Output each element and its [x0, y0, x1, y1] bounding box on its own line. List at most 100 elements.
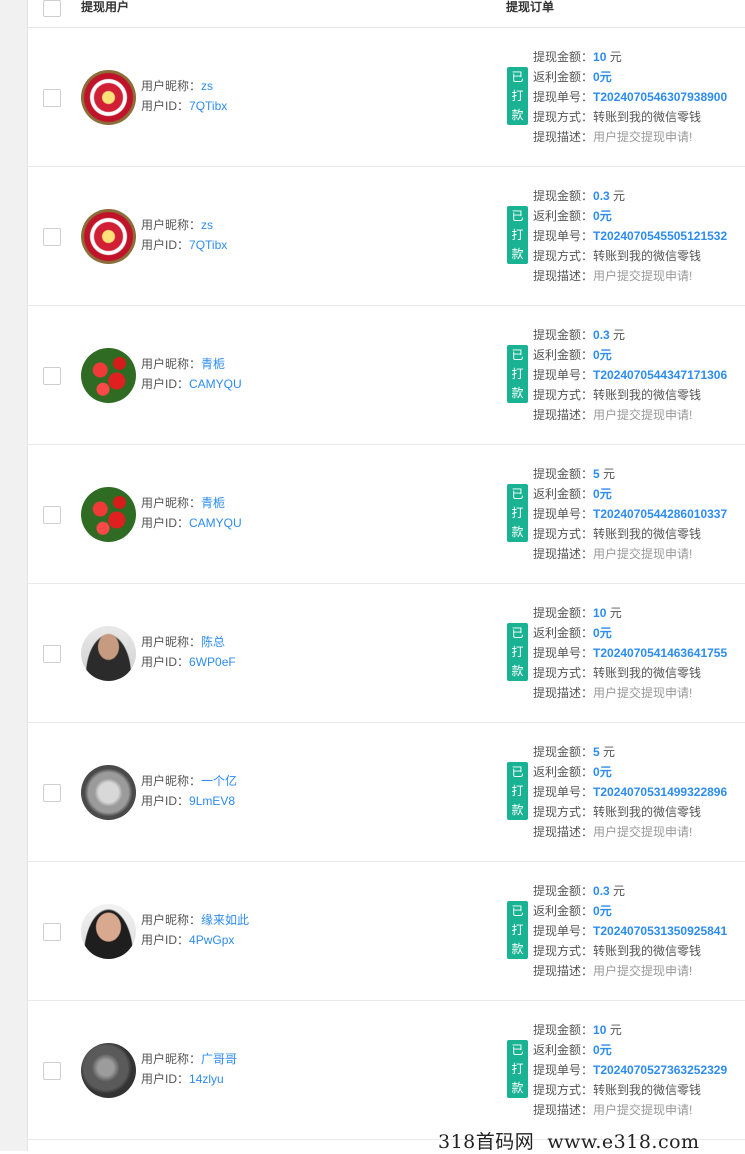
amount-unit: 元: [609, 50, 622, 64]
order-no-label: 提现单号：: [533, 646, 594, 660]
user-id-value[interactable]: 7QTibx: [189, 99, 227, 113]
status-badge: 已打款: [507, 206, 528, 264]
amount-value: 10: [593, 1023, 607, 1037]
rebate-value: 0元: [593, 904, 612, 918]
order-info: 提现金额：0.3 元 返利金额：0元 提现单号：T202407054434717…: [533, 325, 727, 425]
user-id-value[interactable]: 6WP0eF: [189, 655, 236, 669]
withdrawal-list: 用户昵称：zs 用户ID：7QTibx 已打款 提现金额：10 元 返利金额：0…: [28, 28, 745, 1140]
amount-label: 提现金额：: [533, 467, 594, 481]
desc-label: 提现描述：: [533, 825, 594, 839]
row-checkbox[interactable]: [43, 1062, 61, 1080]
nickname-value[interactable]: 缘来如此: [201, 913, 249, 927]
row-checkbox[interactable]: [43, 367, 61, 385]
rebate-value: 0元: [593, 209, 612, 223]
nickname-value[interactable]: 青栀: [201, 496, 225, 510]
nickname-label: 用户昵称：: [141, 635, 202, 649]
user-id-value[interactable]: 7QTibx: [189, 238, 227, 252]
rebate-value: 0元: [593, 70, 612, 84]
desc-label: 提现描述：: [533, 130, 594, 144]
amount-unit: 元: [613, 328, 626, 342]
rebate-value: 0元: [593, 626, 612, 640]
method-value: 转账到我的微信零钱: [593, 1083, 702, 1097]
table-row: 用户昵称：青栀 用户ID：CAMYQU 已打款 提现金额：5 元 返利金额：0元…: [28, 445, 745, 584]
rebate-value: 0元: [593, 348, 612, 362]
table-row: 用户昵称：青栀 用户ID：CAMYQU 已打款 提现金额：0.3 元 返利金额：…: [28, 306, 745, 445]
status-text: 已打款: [511, 765, 524, 817]
nickname-value[interactable]: 陈总: [201, 635, 225, 649]
row-checkbox[interactable]: [43, 923, 61, 941]
avatar: [81, 209, 136, 264]
user-id-value[interactable]: 14zlyu: [189, 1072, 224, 1086]
order-no-label: 提现单号：: [533, 229, 594, 243]
method-value: 转账到我的微信零钱: [593, 388, 702, 402]
desc-value: 用户提交提现申请!: [593, 686, 693, 700]
rebate-label: 返利金额：: [533, 70, 594, 84]
amount-label: 提现金额：: [533, 50, 594, 64]
method-label: 提现方式：: [533, 1083, 594, 1097]
amount-unit: 元: [603, 467, 616, 481]
rebate-label: 返利金额：: [533, 1043, 594, 1057]
user-id-label: 用户ID：: [141, 238, 190, 252]
order-info: 提现金额：5 元 返利金额：0元 提现单号：T20240705442860103…: [533, 464, 727, 564]
avatar: [81, 487, 136, 542]
user-id-value[interactable]: 4PwGpx: [189, 933, 234, 947]
method-label: 提现方式：: [533, 110, 594, 124]
table-row: 用户昵称：缘来如此 用户ID：4PwGpx 已打款 提现金额：0.3 元 返利金…: [28, 862, 745, 1001]
status-badge: 已打款: [507, 762, 528, 820]
nickname-value[interactable]: zs: [201, 218, 213, 232]
select-all-checkbox[interactable]: [43, 0, 61, 17]
status-text: 已打款: [511, 904, 524, 956]
watermark: 318首码网 www.e318.com: [438, 1131, 700, 1153]
amount-unit: 元: [609, 1023, 622, 1037]
status-badge: 已打款: [507, 1040, 528, 1098]
nickname-value[interactable]: 一个亿: [201, 774, 237, 788]
amount-label: 提现金额：: [533, 1023, 594, 1037]
user-info: 用户昵称：zs 用户ID：7QTibx: [141, 215, 227, 255]
method-value: 转账到我的微信零钱: [593, 527, 702, 541]
user-id-value[interactable]: CAMYQU: [189, 377, 242, 391]
desc-value: 用户提交提现申请!: [593, 408, 693, 422]
row-checkbox[interactable]: [43, 228, 61, 246]
nickname-value[interactable]: zs: [201, 79, 213, 93]
nickname-value[interactable]: 广哥哥: [201, 1052, 237, 1066]
user-info: 用户昵称：缘来如此 用户ID：4PwGpx: [141, 910, 249, 950]
amount-label: 提现金额：: [533, 606, 594, 620]
row-checkbox[interactable]: [43, 784, 61, 802]
row-checkbox[interactable]: [43, 506, 61, 524]
rebate-value: 0元: [593, 1043, 612, 1057]
rebate-label: 返利金额：: [533, 348, 594, 362]
user-id-label: 用户ID：: [141, 655, 190, 669]
amount-label: 提现金额：: [533, 189, 594, 203]
amount-value: 5: [593, 467, 600, 481]
order-no-value: T2024070545505121532: [593, 229, 728, 243]
column-header-order: 提现订单: [506, 0, 555, 14]
method-label: 提现方式：: [533, 666, 594, 680]
order-no-label: 提现单号：: [533, 368, 594, 382]
user-id-label: 用户ID：: [141, 516, 190, 530]
order-no-value: T2024070544286010337: [593, 507, 728, 521]
user-info: 用户昵称：青栀 用户ID：CAMYQU: [141, 354, 242, 394]
user-info: 用户昵称：一个亿 用户ID：9LmEV8: [141, 771, 237, 811]
method-value: 转账到我的微信零钱: [593, 249, 702, 263]
status-text: 已打款: [511, 70, 524, 122]
avatar: [81, 348, 136, 403]
amount-value: 0.3: [593, 884, 610, 898]
method-value: 转账到我的微信零钱: [593, 666, 702, 680]
user-id-value[interactable]: CAMYQU: [189, 516, 242, 530]
rebate-label: 返利金额：: [533, 209, 594, 223]
nickname-value[interactable]: 青栀: [201, 357, 225, 371]
order-no-label: 提现单号：: [533, 507, 594, 521]
rebate-value: 0元: [593, 765, 612, 779]
status-text: 已打款: [511, 626, 524, 678]
desc-label: 提现描述：: [533, 547, 594, 561]
row-checkbox[interactable]: [43, 89, 61, 107]
status-text: 已打款: [511, 1043, 524, 1095]
desc-label: 提现描述：: [533, 408, 594, 422]
row-checkbox[interactable]: [43, 645, 61, 663]
user-id-value[interactable]: 9LmEV8: [189, 794, 235, 808]
user-id-label: 用户ID：: [141, 794, 190, 808]
table-header: 提现用户 提现订单: [28, 0, 745, 28]
order-no-value: T2024070546307938900: [593, 90, 728, 104]
order-no-label: 提现单号：: [533, 1063, 594, 1077]
rebate-label: 返利金额：: [533, 765, 594, 779]
